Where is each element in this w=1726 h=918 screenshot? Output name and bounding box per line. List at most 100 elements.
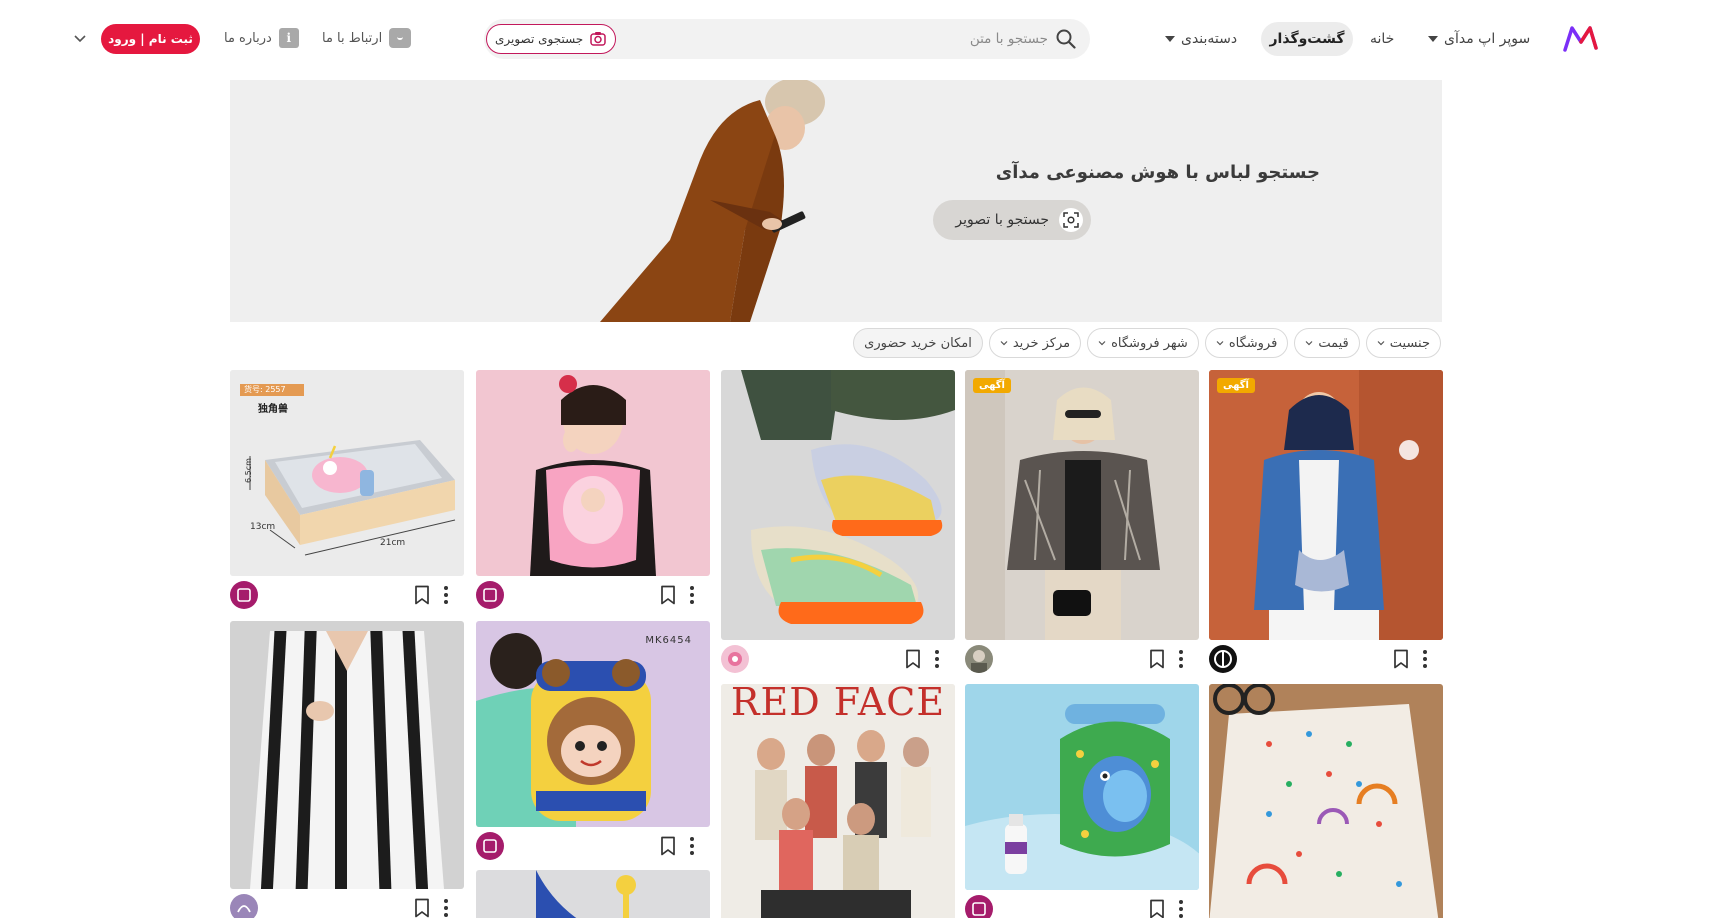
banner-image-search-label: جستجو با تصویر: [955, 212, 1049, 228]
nav-home[interactable]: خانه: [1370, 22, 1394, 56]
filter-mall[interactable]: مرکز خرید: [988, 328, 1082, 358]
nav-category[interactable]: دسته‌بندی: [1165, 22, 1237, 56]
image-search-button[interactable]: جستجوی تصویری: [486, 24, 617, 54]
login-register-button[interactable]: ثبت نام | ورود: [101, 24, 200, 54]
more-options-icon[interactable]: [442, 898, 450, 918]
product-card[interactable]: 货号: 2557 独角兽 6.5cm 13cm 21cm: [230, 370, 464, 610]
filter-gender-label: جنسیت: [1389, 335, 1430, 351]
product-image[interactable]: 货号: 2557 独角兽 6.5cm 13cm 21cm: [230, 370, 464, 576]
nav-super-app[interactable]: سوپر اپ مدآی: [1428, 22, 1530, 56]
product-card[interactable]: [230, 621, 464, 918]
product-card[interactable]: [721, 370, 955, 674]
product-image[interactable]: آگهی: [965, 370, 1199, 640]
more-options-icon[interactable]: [1421, 649, 1429, 669]
filter-store[interactable]: فروشگاه: [1204, 328, 1289, 358]
ai-search-banner: جستجو لباس با هوش مصنوعی مدآی جستجو با ت…: [230, 80, 1442, 322]
chevron-down-icon[interactable]: [73, 32, 87, 46]
store-avatar[interactable]: [1209, 645, 1237, 673]
bookmark-icon[interactable]: [414, 585, 430, 605]
store-avatar[interactable]: [721, 645, 749, 673]
about-us-label: درباره ما: [224, 30, 272, 46]
product-image[interactable]: [965, 684, 1199, 890]
product-card[interactable]: RED FACE: [721, 684, 955, 918]
chevron-down-icon: [1216, 341, 1224, 346]
caret-down-icon: [1428, 36, 1438, 42]
about-us-link[interactable]: درباره ما i: [224, 28, 299, 48]
more-options-icon[interactable]: [1177, 899, 1185, 918]
more-options-icon[interactable]: [688, 585, 696, 605]
product-image[interactable]: [476, 370, 710, 576]
contact-us-link[interactable]: ارتباط با ما: [322, 28, 412, 48]
product-image[interactable]: [1209, 684, 1443, 918]
bookmark-icon[interactable]: [660, 585, 676, 605]
product-card-footer: [230, 889, 464, 918]
bookmark-icon[interactable]: [1149, 899, 1165, 918]
more-options-icon[interactable]: [442, 585, 450, 605]
lunchbox-tag: 独角兽: [258, 404, 288, 415]
more-options-icon[interactable]: [933, 649, 941, 669]
product-image[interactable]: آگهی: [1209, 370, 1443, 640]
ad-badge: آگهی: [1217, 378, 1255, 393]
product-card[interactable]: آگهی: [965, 370, 1199, 674]
contact-us-label: ارتباط با ما: [322, 30, 383, 46]
rainbow-dress-photo: [1209, 684, 1443, 918]
bear-backpack-photo: [476, 621, 710, 827]
product-card[interactable]: [476, 870, 710, 918]
bookmark-icon[interactable]: [414, 898, 430, 918]
search-bar: جستجوی تصویری: [484, 19, 1090, 59]
bookmark-icon[interactable]: [660, 836, 676, 856]
banner-model-image: [600, 80, 825, 322]
store-avatar[interactable]: [476, 832, 504, 860]
nav-browse[interactable]: گشت‌وگذار: [1261, 22, 1353, 56]
camera-icon: [590, 32, 606, 46]
product-card[interactable]: [1209, 684, 1443, 918]
woman-patterned-jacket-photo: [965, 370, 1199, 640]
ad-badge: آگهی: [973, 378, 1011, 393]
girl-pink-backpack-photo: [476, 370, 710, 576]
dinosaur-backpack-photo: [965, 684, 1199, 890]
filter-in-person-purchase[interactable]: امکان خرید حضوری: [853, 328, 983, 358]
product-card[interactable]: آگهی: [1209, 370, 1443, 674]
product-image[interactable]: [230, 621, 464, 889]
banner-image-search-button[interactable]: جستجو با تصویر: [933, 200, 1091, 240]
product-card-footer: [476, 827, 710, 861]
nav-home-label: خانه: [1370, 31, 1395, 47]
search-input[interactable]: [628, 27, 1048, 51]
backpack-model-code: MK6454: [645, 635, 692, 646]
store-avatar[interactable]: [965, 645, 993, 673]
nav-super-app-label: سوپر اپ مدآی: [1444, 31, 1531, 47]
caret-down-icon: [1165, 36, 1175, 42]
info-icon: i: [278, 28, 299, 48]
filter-price[interactable]: قیمت: [1294, 328, 1360, 358]
product-card[interactable]: [965, 684, 1199, 918]
product-image[interactable]: MK6454: [476, 621, 710, 827]
product-image[interactable]: [721, 370, 955, 640]
bookmark-icon[interactable]: [1149, 649, 1165, 669]
store-avatar[interactable]: [230, 581, 258, 609]
bookmark-icon[interactable]: [1393, 649, 1409, 669]
product-image[interactable]: RED FACE: [721, 684, 955, 918]
product-card[interactable]: MK6454: [476, 621, 710, 861]
lunchbox-dim-width: 13cm: [250, 522, 276, 532]
madai-logo[interactable]: [1562, 22, 1600, 54]
poster-headline: RED FACE: [730, 684, 946, 724]
filter-store-label: فروشگاه: [1228, 335, 1278, 351]
more-options-icon[interactable]: [1177, 649, 1185, 669]
product-card-footer: [476, 576, 710, 610]
filter-gender[interactable]: جنسیت: [1365, 328, 1441, 358]
bookmark-icon[interactable]: [905, 649, 921, 669]
sneakers-photo: [721, 370, 955, 640]
store-avatar[interactable]: [476, 581, 504, 609]
filter-price-label: قیمت: [1318, 335, 1349, 351]
bag-on-wall-photo: [476, 870, 710, 918]
filter-store-city-label: شهر فروشگاه: [1111, 335, 1188, 351]
product-card-footer: [965, 640, 1199, 674]
store-avatar[interactable]: [965, 895, 993, 918]
more-options-icon[interactable]: [688, 836, 696, 856]
filter-store-city[interactable]: شهر فروشگاه: [1087, 328, 1199, 358]
product-image[interactable]: [476, 870, 710, 918]
store-avatar[interactable]: [230, 894, 258, 918]
search-icon[interactable]: [1056, 29, 1076, 49]
filter-mall-label: مرکز خرید: [1012, 335, 1071, 351]
product-card[interactable]: [476, 370, 710, 610]
